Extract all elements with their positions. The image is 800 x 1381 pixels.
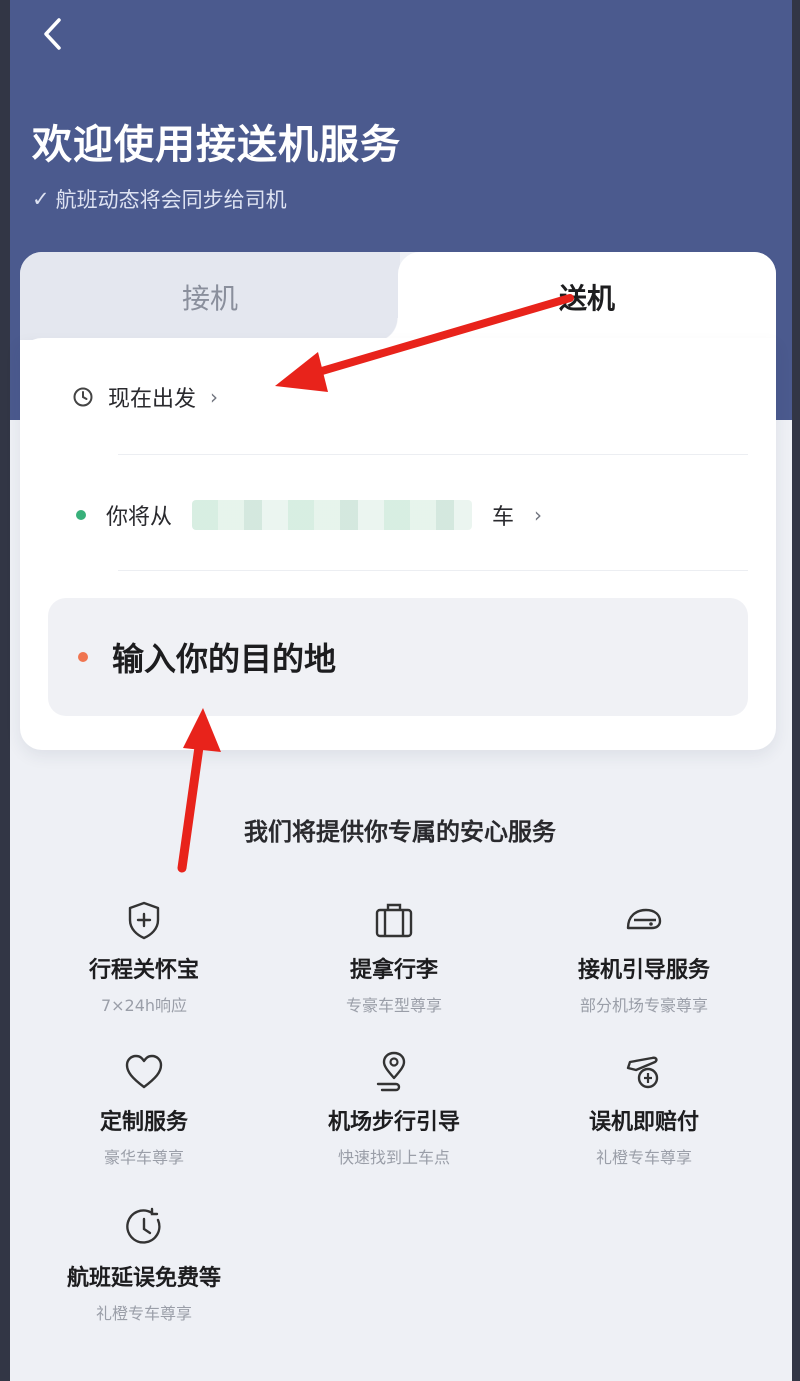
chevron-right-icon: ›	[210, 385, 219, 409]
chevron-left-icon	[44, 18, 61, 50]
divider	[118, 454, 748, 455]
service-name: 航班延误免费等	[66, 1266, 221, 1291]
service-luggage[interactable]: 提拿行李 专豪车型尊享	[294, 898, 494, 1016]
back-button[interactable]	[30, 12, 74, 56]
page-title: 欢迎使用接送机服务	[32, 122, 401, 168]
screen-edge-left	[0, 0, 10, 1381]
service-delay-wait[interactable]: 航班延误免费等 礼橙专车尊享	[44, 1206, 244, 1324]
shield-plus-icon	[128, 901, 160, 940]
subtitle: ✓ 航班动态将会同步给司机	[32, 184, 287, 214]
service-desc: 礼橙专车尊享	[95, 1304, 192, 1323]
service-name: 提拿行李	[349, 958, 438, 983]
service-pickup-guide[interactable]: 接机引导服务 部分机场专豪尊享	[544, 898, 744, 1016]
check-icon: ✓	[32, 187, 50, 211]
service-custom[interactable]: 定制服务 豪华车尊享	[44, 1050, 244, 1168]
service-desc: 专豪车型尊享	[345, 996, 442, 1015]
origin-selector[interactable]: 你将从 车 ›	[76, 498, 542, 532]
service-walk-guide[interactable]: 机场步行引导 快速找到上车点	[294, 1050, 494, 1168]
origin-dot	[76, 510, 86, 520]
clock-wait-icon	[126, 1207, 161, 1244]
tab-bar: 接机 送机	[20, 252, 776, 342]
service-name: 误机即赔付	[588, 1110, 699, 1135]
plane-compensation-icon	[626, 1056, 659, 1089]
clock-icon	[73, 387, 93, 407]
subtitle-text: 航班动态将会同步给司机	[55, 188, 287, 212]
service-trip-care[interactable]: 行程关怀宝 7×24h响应	[44, 898, 244, 1016]
service-name: 定制服务	[99, 1110, 188, 1135]
divider	[118, 570, 748, 571]
depart-time-selector[interactable]: 现在出发 ›	[72, 382, 218, 412]
service-desc: 豪华车尊享	[103, 1148, 184, 1167]
service-name: 机场步行引导	[327, 1110, 460, 1135]
trip-form-card: 现在出发 › 你将从 车 › 输入你的目的地	[20, 338, 776, 750]
chevron-right-icon: ›	[534, 503, 543, 527]
service-desc: 部分机场专豪尊享	[579, 996, 708, 1015]
origin-prefix: 你将从	[106, 505, 173, 530]
heart-icon	[125, 1054, 163, 1089]
screen-edge-right	[792, 0, 800, 1381]
location-walk-icon	[376, 1051, 406, 1092]
depart-time-label: 现在出发	[108, 387, 197, 412]
origin-suffix: 车	[492, 505, 515, 530]
luggage-icon	[375, 903, 413, 938]
service-name: 接机引导服务	[577, 958, 710, 983]
service-desc: 礼橙专车尊享	[595, 1148, 692, 1167]
service-desc: 快速找到上车点	[337, 1148, 450, 1167]
service-name: 行程关怀宝	[88, 958, 199, 983]
guide-icon	[626, 908, 662, 930]
destination-input[interactable]: 输入你的目的地	[48, 598, 748, 716]
tab-dropoff[interactable]: 送机	[374, 252, 776, 342]
tab-pickup[interactable]: 接机	[20, 252, 400, 342]
service-desc: 7×24h响应	[100, 996, 188, 1015]
redacted-origin	[192, 500, 473, 530]
service-missed-flight[interactable]: 误机即赔付 礼橙专车尊享	[544, 1050, 744, 1168]
services-title: 我们将提供你专属的安心服务	[244, 818, 556, 846]
destination-placeholder: 输入你的目的地	[112, 640, 337, 678]
destination-dot	[78, 652, 88, 662]
app-screen: 欢迎使用接送机服务 ✓ 航班动态将会同步给司机 接机 送机 现在出发 › 你将从…	[0, 0, 800, 1381]
